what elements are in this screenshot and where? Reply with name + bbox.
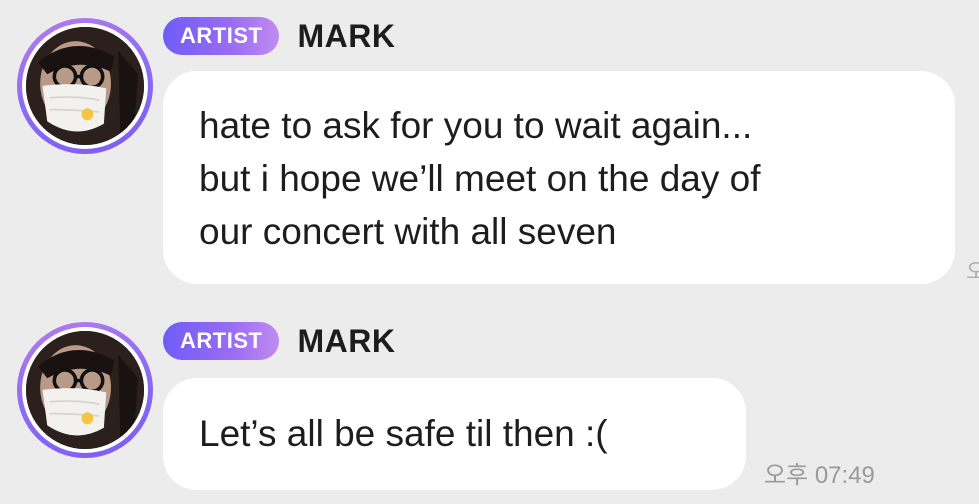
avatar-ring-inner <box>22 23 148 149</box>
artist-avatar[interactable] <box>17 322 153 458</box>
message-line: Let’s all be safe til then :( <box>199 413 608 454</box>
message-header: ARTIST MARK <box>163 321 395 361</box>
sender-name[interactable]: MARK <box>297 323 395 360</box>
message-header: ARTIST MARK <box>163 16 395 56</box>
avatar-photo <box>26 27 144 145</box>
message-timestamp: 오후 07:49 <box>764 462 875 489</box>
artist-badge: ARTIST <box>163 17 280 55</box>
message-line: our concert with all seven <box>199 211 617 252</box>
avatar-portrait-icon <box>26 27 144 145</box>
avatar-ring-inner <box>22 327 148 453</box>
artist-badge: ARTIST <box>163 322 280 360</box>
avatar-photo <box>26 331 144 449</box>
message-line: but i hope we’ll meet on the day of <box>199 158 761 199</box>
clipped-timestamp: 오 <box>966 259 979 284</box>
artist-avatar[interactable] <box>17 18 153 154</box>
avatar-portrait-icon <box>26 331 144 449</box>
message-bubble[interactable]: hate to ask for you to wait again... but… <box>163 71 955 284</box>
message-line: hate to ask for you to wait again... <box>199 105 753 146</box>
sender-name[interactable]: MARK <box>297 18 395 55</box>
message-bubble[interactable]: Let’s all be safe til then :( <box>163 378 746 490</box>
